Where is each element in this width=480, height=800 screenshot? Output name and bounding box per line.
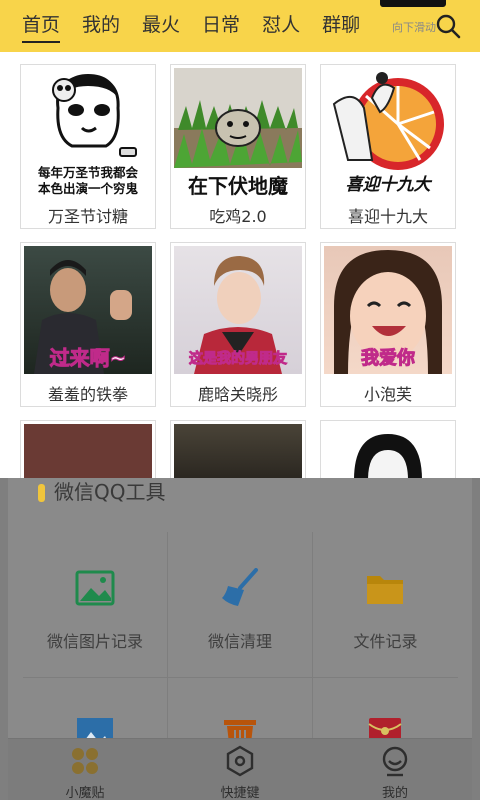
sticker-card-chicken[interactable]: 在下伏地魔 吃鸡2.0 xyxy=(170,64,306,229)
tab-mine[interactable]: 我的 xyxy=(71,0,131,52)
sticker-label: 喜迎十九大 xyxy=(347,207,428,226)
hint-bubble xyxy=(380,0,446,7)
sticker-image: 过来啊~ xyxy=(24,246,152,374)
tab-home[interactable]: 首页 xyxy=(0,0,71,52)
sticker-caption: 喜迎十九大 xyxy=(345,175,431,195)
scroll-hint-text: 向下滑动 xyxy=(392,21,436,34)
nav-label: 我的 xyxy=(381,786,408,800)
tool-file-records[interactable]: 文件记录 xyxy=(313,532,458,678)
sticker-label: 小泡芙 xyxy=(363,385,412,404)
sticker-card-congress[interactable]: 喜迎十九大 喜迎十九大 xyxy=(320,64,456,229)
tool-partial[interactable] xyxy=(313,678,458,752)
sticker-image xyxy=(24,424,152,479)
bottom-navigation: 小魔贴 快捷键 我的 xyxy=(8,738,472,800)
sticker-caption: 在下伏地魔 xyxy=(188,174,288,196)
tool-label: 文件记录 xyxy=(353,632,418,651)
search-icon xyxy=(436,14,461,39)
sticker-label: 羞羞的铁拳 xyxy=(47,385,128,404)
sticker-card-partial[interactable] xyxy=(320,420,456,480)
tool-wechat-image-records[interactable]: 微信图片记录 xyxy=(23,532,168,678)
sticker-image: 我爱你 xyxy=(324,246,452,374)
nav-item-shortcuts[interactable]: 快捷键 xyxy=(180,739,300,800)
sticker-image xyxy=(174,424,302,479)
tab-roast[interactable]: 怼人 xyxy=(251,0,311,52)
hexagon-icon xyxy=(226,745,254,777)
broom-icon xyxy=(222,568,258,606)
tool-label: 微信清理 xyxy=(207,632,272,651)
tools-sheet-header: 微信QQ工具 xyxy=(8,478,472,530)
tool-partial[interactable] xyxy=(23,678,168,750)
search-button[interactable] xyxy=(434,12,462,40)
sticker-label: 吃鸡2.0 xyxy=(209,207,267,226)
sticker-image: 这是我的男朋友 xyxy=(174,246,302,374)
nav-label: 小魔贴 xyxy=(65,786,105,800)
folder-icon xyxy=(367,576,403,604)
sticker-card-partial[interactable] xyxy=(20,420,156,480)
tab-hottest[interactable]: 最火 xyxy=(131,0,191,52)
sticker-label: 鹿晗关晓彤 xyxy=(197,385,278,404)
tab-group-chat[interactable]: 群聊 xyxy=(311,0,371,52)
sticker-card-halloween[interactable]: 每年万圣节我都会 本色出演一个穷鬼 万圣节讨糖 xyxy=(20,64,156,229)
tool-wechat-clean[interactable]: 微信清理 xyxy=(168,532,313,678)
sticker-label: 万圣节讨糖 xyxy=(47,207,128,226)
smiley-icon xyxy=(382,746,408,777)
sticker-caption: 这是我的男朋友 xyxy=(189,351,288,368)
sticker-card-iron-fist[interactable]: 过来啊~ 羞羞的铁拳 xyxy=(20,242,156,407)
sticker-card-partial[interactable] xyxy=(170,420,306,480)
tools-sheet: 微信QQ工具 微信图片记录 微信清理 文件记录 xyxy=(8,478,472,752)
sticker-image: 喜迎十九大 xyxy=(324,68,452,196)
sticker-image xyxy=(324,424,452,479)
tools-section-title: 微信QQ工具 xyxy=(54,480,166,504)
apps-icon xyxy=(72,748,98,774)
tool-label: 微信图片记录 xyxy=(46,632,143,651)
meme-face-art xyxy=(354,434,422,479)
category-tabs: 首页 我的 最火 日常 怼人 群聊 xyxy=(0,0,371,52)
section-marker xyxy=(38,484,45,502)
sticker-caption: 过来啊~ xyxy=(49,346,127,371)
tool-partial[interactable] xyxy=(168,678,313,752)
nav-item-mine[interactable]: 我的 xyxy=(335,739,455,800)
sticker-card-puff[interactable]: 我爱你 小泡芙 xyxy=(320,242,456,407)
top-tab-bar: 首页 我的 最火 日常 怼人 群聊 向下滑动 xyxy=(0,0,480,52)
sticker-caption: 本色出演一个穷鬼 xyxy=(37,181,138,196)
sticker-card-luhan[interactable]: 这是我的男朋友 鹿晗关晓彤 xyxy=(170,242,306,407)
nav-item-stickers[interactable]: 小魔贴 xyxy=(25,739,145,800)
nav-label: 快捷键 xyxy=(220,786,260,800)
sticker-caption: 我爱你 xyxy=(361,348,416,370)
sticker-image: 在下伏地魔 xyxy=(174,68,302,196)
sticker-image: 每年万圣节我都会 本色出演一个穷鬼 xyxy=(24,68,152,196)
image-icon xyxy=(75,570,115,606)
tab-daily[interactable]: 日常 xyxy=(191,0,251,52)
